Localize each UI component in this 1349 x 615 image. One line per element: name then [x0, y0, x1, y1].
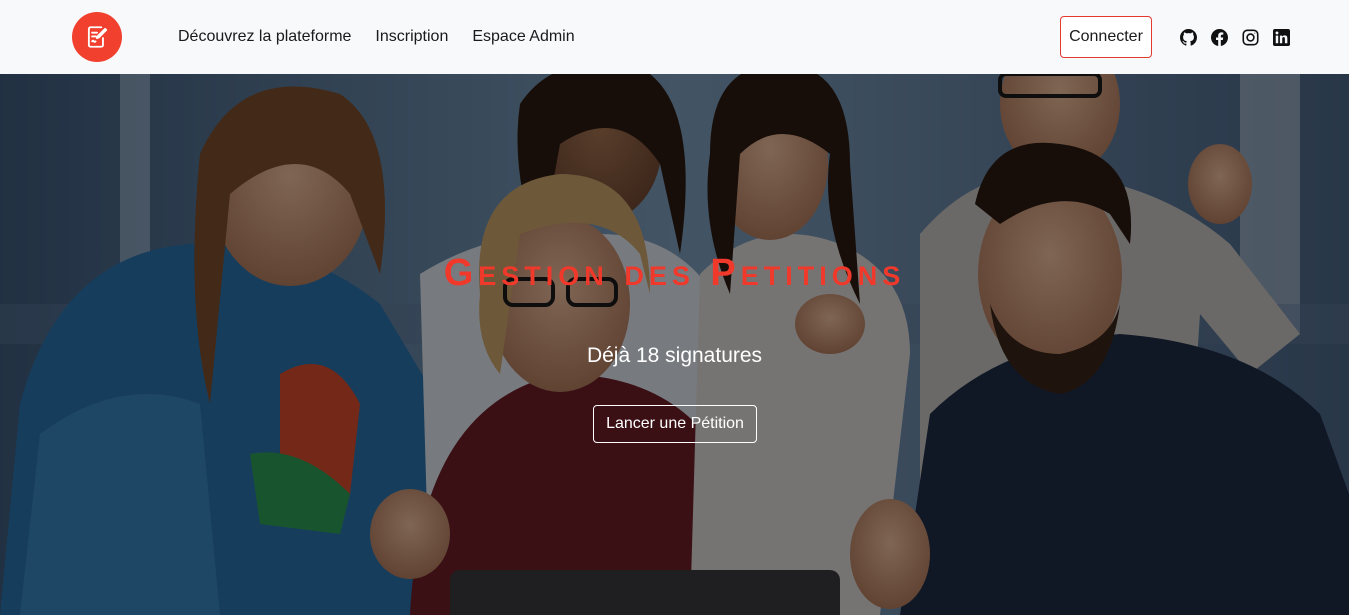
nav-link-espace-admin[interactable]: Espace Admin	[472, 28, 574, 46]
logo[interactable]	[72, 12, 122, 62]
connect-button[interactable]: Connecter	[1060, 16, 1152, 58]
nav-link-inscription[interactable]: Inscription	[375, 28, 448, 46]
github-icon[interactable]	[1180, 28, 1197, 46]
hero-title: Gestion des Petitions	[443, 252, 906, 294]
hero: Gestion des Petitions Déjà 18 signatures…	[0, 74, 1349, 615]
navbar: Découvrez la plateforme Inscription Espa…	[0, 0, 1349, 74]
launch-petition-button[interactable]: Lancer une Pétition	[593, 405, 757, 443]
document-edit-icon	[87, 26, 108, 48]
social-links	[1180, 27, 1290, 47]
facebook-icon[interactable]	[1211, 28, 1228, 46]
main-nav: Découvrez la plateforme Inscription Espa…	[178, 0, 575, 74]
hero-content: Gestion des Petitions Déjà 18 signatures…	[0, 74, 1349, 615]
linkedin-icon[interactable]	[1273, 28, 1290, 46]
nav-link-decouvrez[interactable]: Découvrez la plateforme	[178, 28, 351, 46]
instagram-icon[interactable]	[1242, 28, 1259, 46]
signature-count: Déjà 18 signatures	[586, 344, 763, 367]
